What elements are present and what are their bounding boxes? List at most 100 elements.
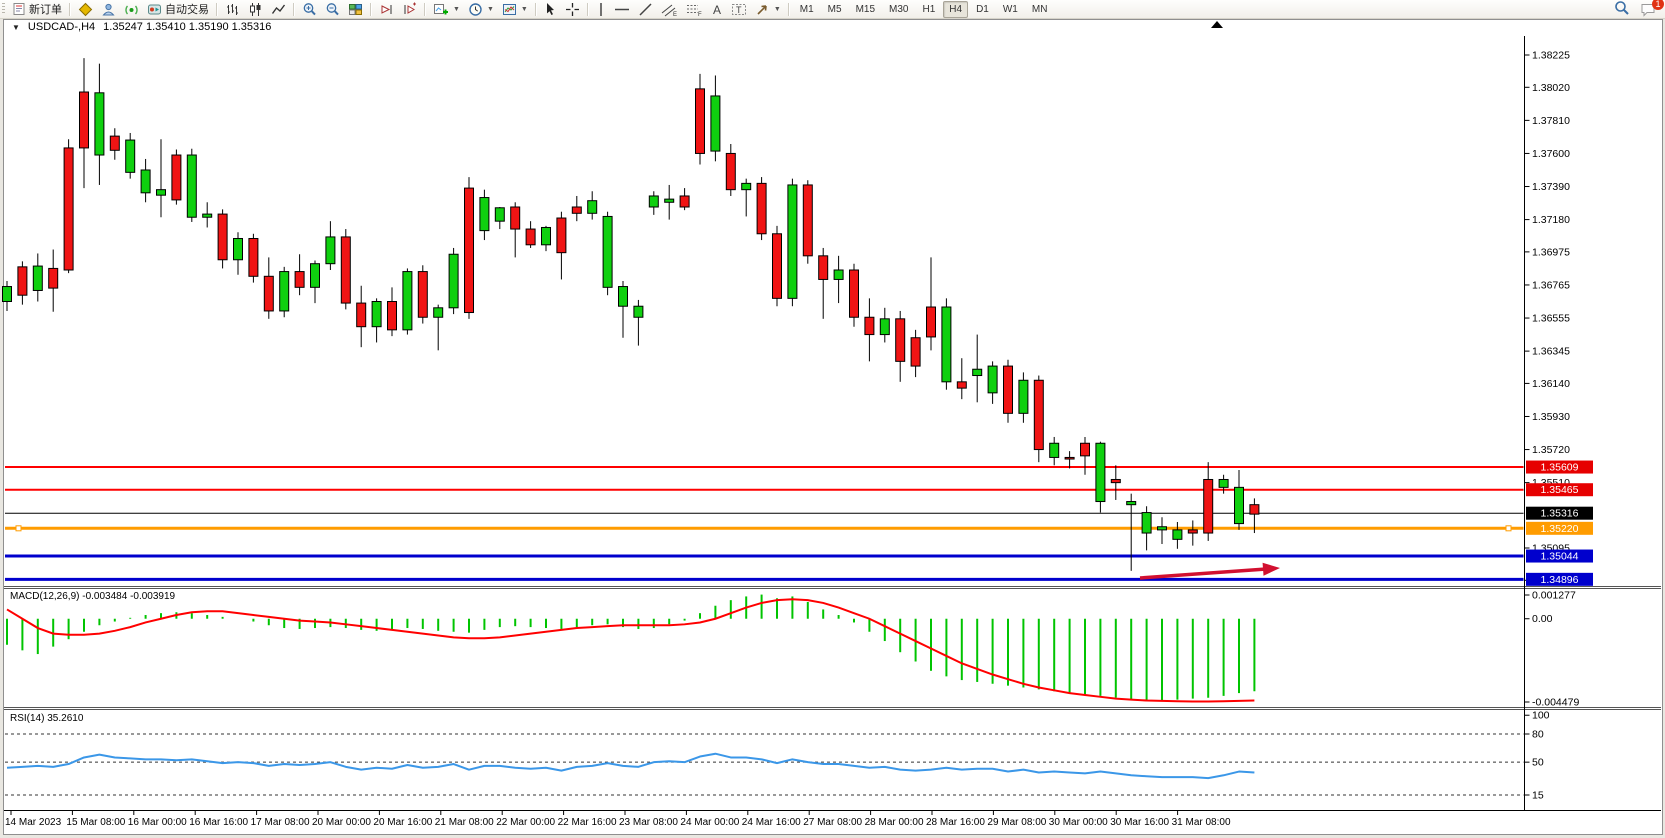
equidistant-channel-icon: E <box>661 2 678 17</box>
price-chip-value: 1.35220 <box>1541 523 1579 535</box>
timeframe-button-H4[interactable]: H4 <box>943 1 968 18</box>
candle-body <box>372 302 381 327</box>
arrows-tool-button[interactable]: ▼ <box>751 1 785 18</box>
trend-arrow[interactable] <box>1140 563 1280 578</box>
templates-button[interactable]: ▼ <box>498 1 532 18</box>
profile-icon <box>101 2 116 17</box>
time-axis-label: 27 Mar 08:00 <box>803 817 862 828</box>
toolbar-separator <box>293 3 295 16</box>
candle-body <box>696 89 705 154</box>
candle-body <box>18 267 27 295</box>
candle-body <box>1034 380 1043 449</box>
time-axis-label: 14 Mar 2023 <box>5 817 62 828</box>
svg-text:0.001277: 0.001277 <box>1532 590 1576 602</box>
chart-shift-button[interactable] <box>398 1 421 18</box>
line-handle[interactable] <box>16 526 21 531</box>
candle-body <box>33 266 42 290</box>
timeframe-button-M1[interactable]: M1 <box>794 1 820 18</box>
add-indicator-button[interactable]: ▼ <box>429 1 464 18</box>
timeframe-button-M5[interactable]: M5 <box>822 1 848 18</box>
charts-icon <box>78 2 93 17</box>
profile-button[interactable] <box>97 1 120 18</box>
candlestick-chart-icon <box>248 2 263 17</box>
chart-ohlc-values: 1.35247 1.35410 1.35190 1.35316 <box>103 21 271 33</box>
candle-body <box>157 190 166 196</box>
toolbar-grip[interactable] <box>2 3 5 15</box>
horizontal-level-lines[interactable] <box>5 467 1524 579</box>
charts-button[interactable] <box>74 1 97 18</box>
candle-body <box>973 369 982 375</box>
zoom-out-button[interactable] <box>321 1 344 18</box>
collapse-icon[interactable]: ▼ <box>12 23 20 32</box>
timeframe-button-H1[interactable]: H1 <box>916 1 941 18</box>
candle-body <box>803 185 812 256</box>
candle-body <box>865 317 874 334</box>
signal-icon <box>124 2 139 17</box>
horizontal-line-button[interactable] <box>610 1 634 18</box>
rsi-pane[interactable]: 100805015 <box>5 710 1550 802</box>
vertical-line-button[interactable] <box>592 1 610 18</box>
candle-body <box>1219 479 1228 487</box>
candle-body <box>773 234 782 299</box>
chart-surface[interactable]: 1.382251.380201.378101.376001.373901.371… <box>0 0 1665 838</box>
bar-chart-button[interactable] <box>221 1 244 18</box>
svg-text:1.38225: 1.38225 <box>1532 50 1570 62</box>
cursor-button[interactable] <box>540 1 561 18</box>
svg-text:1.36975: 1.36975 <box>1532 246 1570 258</box>
svg-text:0.00: 0.00 <box>1532 613 1553 625</box>
candle-body <box>542 227 551 244</box>
timeframe-button-M30[interactable]: M30 <box>883 1 914 18</box>
fibonacci-button[interactable]: F <box>682 1 707 18</box>
auto-trading-button[interactable]: 自动交易 <box>143 1 213 18</box>
chat-button[interactable]: 1 <box>1640 2 1657 17</box>
trendline-button[interactable] <box>634 1 657 18</box>
candle-body <box>1096 443 1105 501</box>
candle-body <box>1065 457 1074 459</box>
crosshair-button[interactable] <box>561 1 584 18</box>
time-axis-label: 22 Mar 00:00 <box>496 817 555 828</box>
zoom-in-button[interactable] <box>298 1 321 18</box>
candle-body <box>203 214 212 217</box>
time-axis-label: 20 Mar 16:00 <box>373 817 432 828</box>
svg-text:-0.004479: -0.004479 <box>1532 697 1579 709</box>
candle-body <box>911 338 920 366</box>
auto-trading-icon <box>147 2 162 17</box>
tile-windows-button[interactable] <box>344 1 367 18</box>
pane-separators[interactable] <box>4 36 1661 811</box>
time-axis[interactable]: 14 Mar 202315 Mar 08:0016 Mar 00:0016 Ma… <box>5 811 1231 828</box>
line-handle[interactable] <box>1506 526 1511 531</box>
macd-pane[interactable]: 0.001277 0.00 -0.004479 <box>7 590 1579 709</box>
auto-scroll-button[interactable] <box>375 1 398 18</box>
candle-body <box>634 306 643 317</box>
search-icon[interactable] <box>1614 0 1630 19</box>
text-label-button[interactable]: T <box>727 1 751 18</box>
candle-body <box>1158 527 1167 530</box>
candle-body <box>480 198 489 231</box>
shift-marker-icon[interactable] <box>1211 21 1223 28</box>
equidistant-channel-button[interactable]: E <box>657 1 682 18</box>
price-chip-value: 1.35465 <box>1541 484 1579 496</box>
candle-body <box>742 183 751 189</box>
candle-body <box>665 199 674 202</box>
line-chart-button[interactable] <box>267 1 290 18</box>
main-toolbar: 新订单 自动交易 ▼ ▼ <box>0 0 1665 19</box>
new-order-button[interactable]: 新订单 <box>8 1 66 18</box>
candle-body <box>880 319 889 335</box>
svg-text:1.36555: 1.36555 <box>1532 313 1570 325</box>
text-button[interactable]: A <box>707 1 727 18</box>
price-axis[interactable]: 1.382251.380201.378101.376001.373901.371… <box>1525 50 1571 587</box>
signal-button[interactable] <box>120 1 143 18</box>
timeframe-button-MN[interactable]: MN <box>1026 1 1054 18</box>
periods-button[interactable]: ▼ <box>464 1 498 18</box>
timeframe-button-D1[interactable]: D1 <box>970 1 995 18</box>
candlestick-chart-button[interactable] <box>244 1 267 18</box>
tile-windows-icon <box>348 2 363 17</box>
candle-body <box>141 170 150 193</box>
timeframe-button-M15[interactable]: M15 <box>850 1 881 18</box>
timeframe-button-W1[interactable]: W1 <box>997 1 1024 18</box>
candle-body <box>649 196 658 207</box>
svg-text:1.38020: 1.38020 <box>1532 82 1570 94</box>
time-axis-label: 16 Mar 16:00 <box>189 817 248 828</box>
candle-body <box>1050 443 1059 457</box>
price-chip-value: 1.35044 <box>1541 551 1579 563</box>
